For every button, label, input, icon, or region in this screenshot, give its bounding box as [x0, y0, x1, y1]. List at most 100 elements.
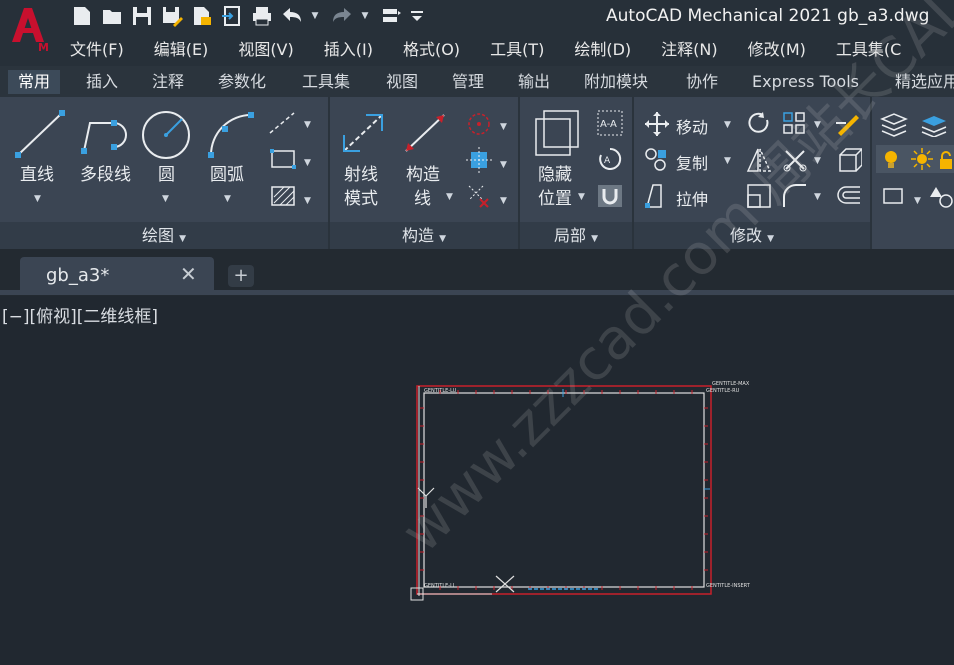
tab-annotate[interactable]: 注释	[152, 70, 184, 94]
xline-icon[interactable]	[402, 111, 448, 155]
hide-label-2[interactable]: 位置	[538, 187, 572, 211]
rectangle-dropdown[interactable]: ▼	[304, 151, 311, 175]
text-replace-icon[interactable]: A-A	[596, 109, 624, 137]
save-icon[interactable]	[130, 3, 154, 29]
construct-circle-icon[interactable]	[466, 111, 492, 137]
move-dropdown[interactable]: ▼	[724, 113, 731, 137]
hide-position-icon[interactable]	[534, 109, 580, 159]
tab-view[interactable]: 视图	[386, 70, 418, 94]
hatch-icon[interactable]	[270, 185, 296, 207]
copy-icon[interactable]	[644, 147, 670, 173]
hide-dropdown[interactable]: ▼	[578, 185, 585, 209]
menu-insert[interactable]: 插入(I)	[324, 36, 373, 60]
magnet-icon[interactable]	[596, 183, 624, 209]
workspace-switch-icon[interactable]	[380, 3, 404, 29]
local-panel-footer[interactable]: 局部 ▼	[520, 222, 632, 249]
menu-annotate[interactable]: 注释(N)	[661, 36, 717, 60]
crosshair-marker	[495, 575, 515, 593]
sun-icon	[911, 148, 933, 170]
line-button[interactable]: 直线	[20, 163, 54, 187]
label-top-left: GENTITLE-LU	[424, 388, 457, 394]
tab-parametric[interactable]: 参数化	[218, 70, 266, 94]
polyline-icon[interactable]	[80, 111, 134, 157]
redo-icon[interactable]	[330, 3, 354, 29]
line-dropdown[interactable]: ▼	[34, 187, 41, 211]
draw-panel: 直线 ▼ 多段线 圆 ▼ 圆弧 ▼ ▼ ▼ ▼ 绘图 ▼	[0, 97, 330, 249]
layer-dropdown[interactable]	[876, 145, 954, 173]
menu-edit[interactable]: 编辑(E)	[154, 36, 209, 60]
svg-text:A-A: A-A	[600, 119, 617, 130]
ray-mode-label-2[interactable]: 模式	[344, 187, 378, 211]
arc-button[interactable]: 圆弧	[210, 163, 244, 187]
stretch-icon[interactable]	[644, 183, 670, 209]
tab-toolsets[interactable]: 工具集	[302, 70, 350, 94]
arc-icon[interactable]	[205, 109, 257, 159]
tab-home[interactable]: 常用	[8, 70, 61, 94]
xline-label-1[interactable]: 构造	[406, 163, 440, 187]
add-tab-button[interactable]: +	[228, 265, 254, 287]
layer-color-box-icon[interactable]	[882, 185, 908, 209]
tab-insert[interactable]: 插入	[86, 70, 118, 94]
hatch-dropdown[interactable]: ▼	[304, 189, 311, 213]
tab-addins[interactable]: 附加模块	[584, 70, 648, 94]
menu-tools[interactable]: 工具(T)	[490, 36, 544, 60]
plot-icon[interactable]	[250, 3, 274, 29]
draw-panel-footer[interactable]: 绘图 ▼	[0, 222, 328, 249]
construction-line-icon[interactable]	[268, 111, 296, 135]
rectangle-icon[interactable]	[270, 149, 296, 169]
offset-icon[interactable]	[834, 183, 862, 209]
local-panel-title: 局部	[553, 226, 586, 245]
open-folder-icon[interactable]	[100, 3, 124, 29]
undo-dropdown-icon[interactable]: ▼	[310, 3, 320, 29]
copy-label[interactable]: 复制	[676, 150, 708, 174]
move-label[interactable]: 移动	[676, 114, 708, 138]
tab-manage[interactable]: 管理	[452, 70, 484, 94]
move-icon[interactable]	[644, 111, 670, 137]
construct-panel: 射线 模式 构造 线 ▼ ▼ ▼ ▼ 构造 ▼	[330, 97, 520, 249]
lock-icon	[940, 151, 952, 169]
hide-label-1[interactable]: 隐藏	[538, 163, 572, 187]
tab-output[interactable]: 输出	[518, 70, 550, 94]
circle-dropdown[interactable]: ▼	[162, 187, 169, 211]
customize-qat-icon[interactable]	[410, 3, 424, 29]
layer-shapes-icon[interactable]	[930, 185, 954, 209]
redo-dropdown-icon[interactable]: ▼	[360, 3, 370, 29]
construct-circle-dropdown[interactable]: ▼	[500, 115, 507, 139]
menu-file[interactable]: 文件(F)	[70, 36, 124, 60]
open-from-web-icon[interactable]	[190, 3, 214, 29]
close-icon[interactable]: ✕	[180, 262, 197, 286]
ray-mode-label-1[interactable]: 射线	[344, 163, 378, 187]
menu-format[interactable]: 格式(O)	[403, 36, 460, 60]
line-icon[interactable]	[14, 109, 66, 159]
menu-modify[interactable]: 修改(M)	[748, 36, 806, 60]
layer-state-icon[interactable]	[920, 111, 948, 137]
menu-draw[interactable]: 绘制(D)	[574, 36, 631, 60]
refresh-text-icon[interactable]: A	[596, 145, 624, 173]
construct-point-icon[interactable]	[466, 147, 492, 173]
xline-dropdown[interactable]: ▼	[446, 185, 453, 209]
menu-view[interactable]: 视图(V)	[238, 36, 293, 60]
autocad-logo[interactable]: M	[8, 4, 52, 54]
share-icon[interactable]	[220, 3, 244, 29]
tab-collaborate[interactable]: 协作	[686, 70, 718, 94]
lightbulb-icon	[885, 151, 897, 168]
construction-dropdown[interactable]: ▼	[304, 113, 311, 137]
save-as-icon[interactable]	[160, 3, 184, 29]
construct-delete-dropdown[interactable]: ▼	[500, 189, 507, 213]
polyline-button[interactable]: 多段线	[80, 163, 131, 187]
construct-panel-title: 构造	[401, 226, 434, 245]
construct-delete-icon[interactable]	[466, 183, 492, 209]
title-bar: M ▼ ▼ AutoCAD Mechanical 2021 gb_a3.dwg …	[0, 0, 954, 66]
construct-point-dropdown[interactable]: ▼	[500, 153, 507, 177]
ray-mode-icon[interactable]	[340, 111, 386, 155]
circle-button[interactable]: 圆	[158, 163, 175, 187]
undo-icon[interactable]	[280, 3, 304, 29]
xline-label-2[interactable]: 线	[414, 187, 431, 211]
arc-dropdown[interactable]: ▼	[224, 187, 231, 211]
construct-panel-footer[interactable]: 构造 ▼	[330, 222, 518, 249]
layer-color-dropdown[interactable]: ▼	[914, 189, 921, 213]
circle-icon[interactable]	[140, 109, 192, 161]
tab-underline	[0, 290, 954, 295]
document-tab-label: gb_a3*	[46, 265, 110, 286]
new-file-icon[interactable]	[70, 3, 94, 29]
